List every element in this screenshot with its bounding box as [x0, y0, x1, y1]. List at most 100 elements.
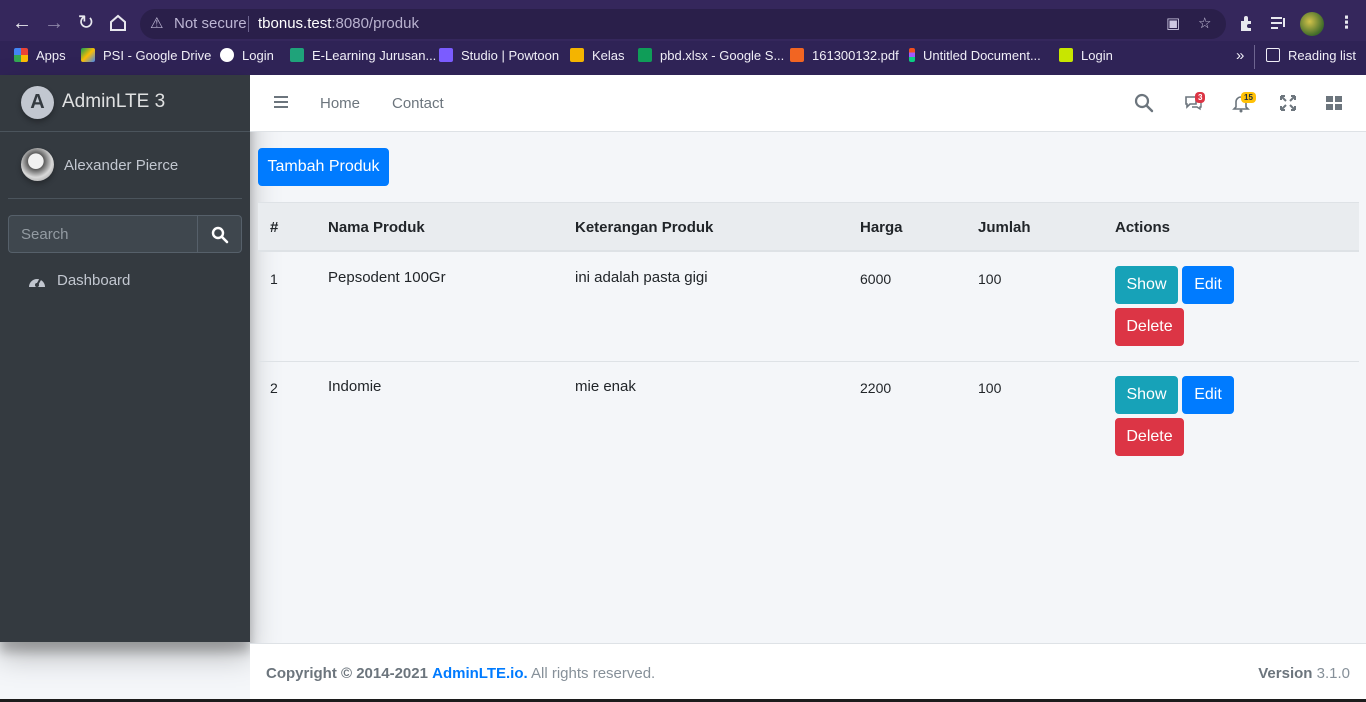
main-footer: Copyright © 2014-2021 AdminLTE.io. All r…	[250, 643, 1366, 702]
brand-text: AdminLTE 3	[62, 91, 166, 112]
main-sidebar: AdminLTE 3 Alexander Pierce Dashboard	[0, 75, 250, 642]
messages-dropdown[interactable]: 3	[1183, 92, 1206, 115]
google-drive-icon	[81, 48, 95, 62]
bookmark-label: pbd.xlsx - Google S...	[660, 48, 785, 63]
home-icon[interactable]	[106, 11, 130, 35]
nav-contact-link[interactable]: Contact	[392, 95, 444, 112]
cell-nama: Indomie	[328, 378, 382, 395]
table-row: 2 Indomie mie enak 2200 100 Show Edit De…	[258, 361, 1359, 470]
vuetify-icon	[1059, 48, 1073, 62]
translate-icon[interactable]: ▣	[1166, 9, 1180, 39]
user-panel: Alexander Pierce	[8, 132, 242, 199]
column-header-jumlah: Jumlah	[978, 219, 1031, 236]
fullscreen-icon[interactable]	[1278, 93, 1298, 113]
reading-list[interactable]: Reading list	[1266, 41, 1356, 75]
edit-button[interactable]: Edit	[1182, 266, 1234, 304]
edit-button[interactable]: Edit	[1182, 376, 1234, 414]
chrome-menu-icon[interactable]: ⋮	[1338, 11, 1355, 35]
tachometer-icon	[29, 277, 45, 287]
browser-toolbar: ← → ↻ ⚠ Not secure tbonus.test:8080/prod…	[0, 0, 1366, 46]
bookmark-psi-drive[interactable]: PSI - Google Drive	[81, 41, 211, 75]
user-name-link[interactable]: Alexander Pierce	[64, 157, 178, 174]
column-header-number: #	[270, 219, 279, 236]
bookmarks-divider	[1254, 45, 1255, 69]
pdf-icon	[790, 48, 804, 62]
notifications-badge: 15	[1241, 92, 1256, 103]
brand-logo	[21, 86, 54, 119]
cell-keterangan: mie enak	[575, 378, 636, 395]
bookmark-label: PSI - Google Drive	[103, 48, 212, 63]
figma-icon	[909, 48, 915, 62]
version-label: Version	[1258, 665, 1313, 682]
cell-keterangan: ini adalah pasta gigi	[575, 269, 708, 286]
show-button[interactable]: Show	[1115, 266, 1178, 304]
address-bar[interactable]: ⚠ Not secure tbonus.test:8080/produk ▣ ☆	[140, 9, 1226, 39]
sidebar-search-button[interactable]	[197, 215, 242, 253]
bookmark-label: Kelas	[592, 48, 625, 63]
extensions-icon[interactable]	[1238, 11, 1256, 39]
elearning-icon	[290, 48, 304, 62]
powtoon-icon	[439, 48, 453, 62]
bookmark-apps[interactable]: Apps	[14, 41, 66, 75]
nav-home-link[interactable]: Home	[320, 95, 360, 112]
bookmark-login-2[interactable]: Login	[1059, 41, 1113, 75]
copyright-prefix: Copyright © 2014-2021	[266, 665, 428, 682]
copyright-suffix: All rights reserved.	[531, 665, 656, 682]
column-header-actions: Actions	[1115, 219, 1171, 236]
bookmark-untitled-doc[interactable]: Untitled Document...	[909, 41, 1041, 75]
sidebar-item-dashboard[interactable]: Dashboard	[8, 265, 242, 297]
main-header: Home Contact 3 15	[250, 75, 1366, 132]
sidebar-item-label: Dashboard	[57, 272, 131, 289]
copyright-text: Copyright © 2014-2021 AdminLTE.io. All r…	[266, 665, 655, 682]
avatar	[21, 148, 54, 181]
reading-list-icon	[1266, 48, 1280, 62]
bookmark-label: Login	[1081, 48, 1113, 63]
bookmark-pbd-sheet[interactable]: pbd.xlsx - Google S...	[638, 41, 784, 75]
column-header-harga: Harga	[860, 219, 903, 236]
search-icon[interactable]	[1134, 93, 1154, 113]
control-sidebar-icon[interactable]	[1324, 93, 1344, 113]
bookmark-powtoon[interactable]: Studio | Powtoon	[439, 41, 559, 75]
menu-toggle-icon[interactable]	[274, 96, 288, 110]
globe-icon	[220, 48, 234, 62]
brand-link[interactable]: AdminLTE 3	[0, 75, 250, 132]
url-text[interactable]: tbonus.test:8080/produk	[258, 9, 419, 39]
delete-button[interactable]: Delete	[1115, 308, 1184, 346]
cell-nama: Pepsodent 100Gr	[328, 269, 446, 286]
bookmark-label: Apps	[36, 48, 66, 63]
show-button[interactable]: Show	[1115, 376, 1178, 414]
bookmark-pdf[interactable]: 161300132.pdf	[790, 41, 899, 75]
address-divider	[248, 16, 249, 32]
table-header: # Nama Produk Keterangan Produk Harga Ju…	[258, 202, 1359, 252]
forward-icon[interactable]: →	[42, 11, 66, 35]
notifications-dropdown[interactable]: 15	[1231, 92, 1256, 115]
adminlte-link[interactable]: AdminLTE.io.	[432, 665, 528, 682]
bookmark-label: Untitled Document...	[923, 48, 1041, 63]
delete-button[interactable]: Delete	[1115, 418, 1184, 456]
profile-avatar[interactable]	[1300, 12, 1324, 36]
back-icon[interactable]: ←	[10, 11, 34, 35]
bookmarks-overflow-icon[interactable]: »	[1236, 41, 1244, 75]
version-value: 3.1.0	[1316, 665, 1350, 682]
sidebar-search-input[interactable]	[8, 215, 197, 253]
classroom-icon	[570, 48, 584, 62]
reload-icon[interactable]: ↻	[74, 11, 98, 35]
table-row: 1 Pepsodent 100Gr ini adalah pasta gigi …	[258, 253, 1359, 362]
bookmark-label: 161300132.pdf	[812, 48, 899, 63]
sidebar-search	[8, 215, 242, 253]
bookmark-label: Login	[242, 48, 274, 63]
cell-harga: 6000	[860, 271, 892, 287]
sheets-icon	[638, 48, 652, 62]
cell-harga: 2200	[860, 380, 892, 396]
bookmark-label: E-Learning Jurusan...	[312, 48, 437, 63]
bookmark-kelas[interactable]: Kelas	[570, 41, 625, 75]
column-header-nama: Nama Produk	[328, 219, 425, 236]
bookmark-elearning[interactable]: E-Learning Jurusan...	[290, 41, 436, 75]
bookmark-star-icon[interactable]: ☆	[1198, 9, 1211, 39]
url-path: :8080/produk	[331, 15, 419, 32]
search-icon	[211, 226, 229, 244]
bookmarks-bar: Apps PSI - Google Drive Login E-Learning…	[0, 41, 1366, 75]
bookmark-login[interactable]: Login	[220, 41, 274, 75]
add-product-button[interactable]: Tambah Produk	[258, 148, 389, 186]
media-queue-icon[interactable]	[1270, 11, 1288, 39]
